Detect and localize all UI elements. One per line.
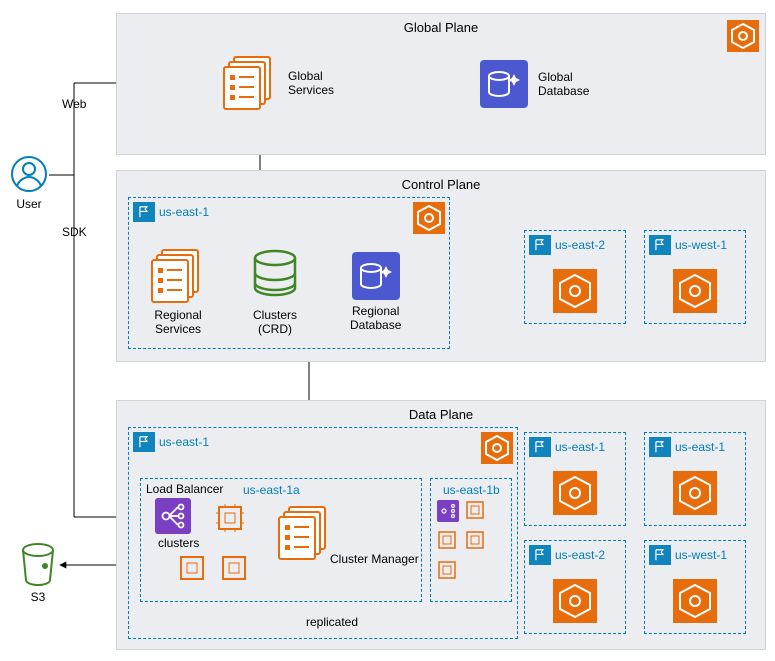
k8s-icon — [673, 471, 717, 515]
region-label: us-east-2 — [555, 238, 605, 252]
load-balancer-icon — [155, 498, 191, 534]
chip-icon — [216, 504, 244, 532]
web-label: Web — [62, 97, 86, 111]
clusters-word-label: clusters — [158, 536, 199, 550]
load-balancer-label: Load Balancer — [146, 482, 223, 496]
region-flag: us-east-1 — [529, 437, 605, 457]
flag-icon — [133, 432, 155, 452]
regional-services-label: Regional Services — [154, 308, 201, 337]
k8s-icon — [481, 432, 513, 464]
chip-icon — [465, 530, 485, 550]
global-db-label: Global Database — [538, 70, 589, 99]
cluster-manager-label: Cluster Manager — [330, 552, 419, 566]
flag-icon — [649, 545, 671, 565]
region-flag: us-east-2 — [529, 235, 605, 255]
global-services-icon: Global Services — [222, 55, 334, 111]
region-flag: us-east-2 — [529, 545, 605, 565]
region-flag: us-east-1 — [133, 202, 209, 222]
k8s-icon — [413, 202, 445, 234]
data-tile: us-east-1 — [524, 432, 626, 526]
region-label: us-east-2 — [555, 548, 605, 562]
replicated-label: replicated — [306, 615, 358, 629]
k8s-icon — [553, 471, 597, 515]
control-tile-us-east-2: us-east-2 — [524, 230, 626, 324]
region-label: us-east-1 — [675, 440, 725, 454]
region-label: us-east-1 — [555, 440, 605, 454]
chip-icon — [437, 560, 457, 580]
chip-icon — [178, 554, 206, 582]
clusters-crd-icon: Clusters (CRD) — [250, 248, 300, 337]
global-plane: Global Plane — [116, 13, 766, 155]
regional-db-icon: Regional Database — [350, 252, 401, 333]
flag-icon — [649, 437, 671, 457]
data-tile: us-east-2 — [524, 540, 626, 634]
region-label: us-east-1 — [159, 435, 209, 449]
region-label: us-east-1 — [159, 205, 209, 219]
data-tile: us-east-1 — [644, 432, 746, 526]
region-flag: us-west-1 — [649, 235, 727, 255]
global-db-icon: Global Database — [480, 60, 589, 108]
region-label: us-west-1 — [675, 548, 727, 562]
region-flag: us-west-1 — [649, 545, 727, 565]
cluster-manager-icon — [277, 505, 333, 561]
control-plane-title: Control Plane — [117, 177, 765, 192]
k8s-icon — [727, 20, 759, 52]
s3-icon: S3 — [18, 542, 58, 604]
s3-label: S3 — [31, 590, 46, 604]
k8s-icon — [553, 269, 597, 313]
flag-icon — [529, 437, 551, 457]
region-flag: us-east-1 — [133, 432, 209, 452]
diagram-canvas: User Web SDK S3 Global Plane Global Serv… — [0, 0, 775, 661]
zone-label: us-east-1b — [443, 483, 500, 497]
regional-services-icon: Regional Services — [150, 248, 206, 337]
flag-icon — [133, 202, 155, 222]
flag-icon — [649, 235, 671, 255]
user-icon: User — [10, 155, 48, 211]
chip-icon — [437, 530, 457, 550]
flag-icon — [529, 235, 551, 255]
load-balancer-icon — [437, 500, 459, 522]
clusters-label: Clusters (CRD) — [253, 308, 297, 337]
region-flag: us-east-1 — [649, 437, 725, 457]
control-tile-us-west-1: us-west-1 — [644, 230, 746, 324]
chip-icon — [220, 554, 248, 582]
regional-db-label: Regional Database — [350, 304, 401, 333]
global-services-label: Global Services — [288, 69, 334, 98]
data-tile: us-west-1 — [644, 540, 746, 634]
user-label: User — [16, 197, 41, 211]
flag-icon — [529, 545, 551, 565]
region-label: us-west-1 — [675, 238, 727, 252]
sdk-label: SDK — [62, 225, 87, 239]
k8s-icon — [673, 269, 717, 313]
zone-label: us-east-1a — [243, 483, 300, 497]
chip-icon — [465, 500, 485, 520]
k8s-icon — [553, 579, 597, 623]
data-plane-title: Data Plane — [117, 407, 765, 422]
k8s-icon — [673, 579, 717, 623]
global-plane-title: Global Plane — [117, 20, 765, 35]
